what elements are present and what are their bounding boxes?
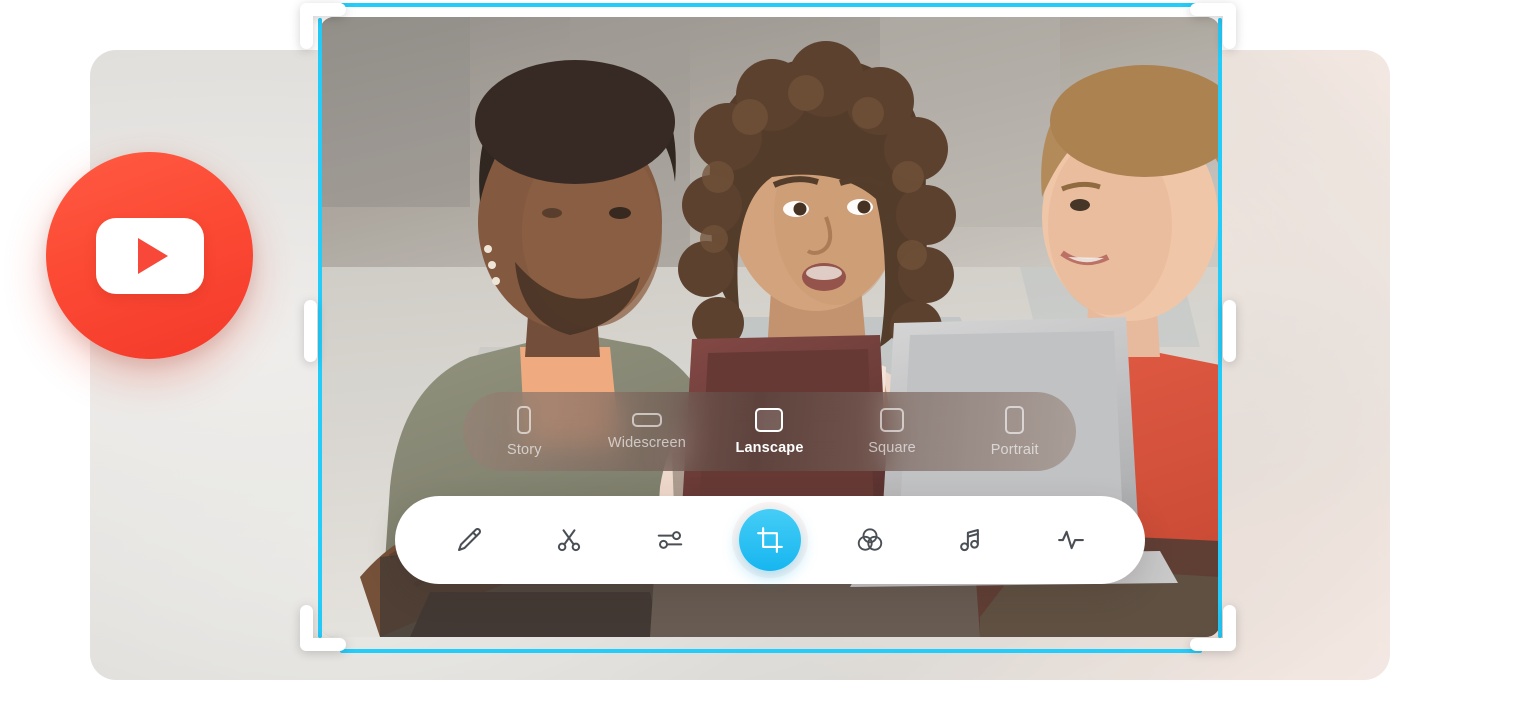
widescreen-ratio-icon	[631, 412, 662, 427]
editor-stage: Story Widescreen Lanscape Square Portrai…	[0, 0, 1536, 728]
sliders-icon	[657, 531, 682, 549]
editor-toolbar	[395, 496, 1145, 584]
handle-bar-vertical	[300, 605, 313, 651]
crop-handle-top-right[interactable]	[1190, 3, 1236, 49]
waveform-icon	[1057, 530, 1084, 550]
music-note-icon	[959, 529, 979, 552]
crop-handle-bottom-left[interactable]	[300, 605, 346, 651]
pencil-icon	[458, 528, 482, 551]
square-ratio-icon	[880, 407, 905, 432]
ratio-option-lanscape[interactable]: Lanscape	[710, 407, 828, 456]
crop-handle-right[interactable]	[1223, 300, 1236, 362]
landscape-ratio-icon	[755, 407, 784, 432]
ratio-label: Widescreen	[607, 434, 686, 451]
ratio-label: Story	[507, 441, 542, 458]
ratio-label: Lanscape	[735, 439, 804, 456]
filters-icon	[858, 528, 883, 551]
handle-bar-vertical	[300, 3, 313, 49]
play-triangle-icon	[138, 237, 168, 274]
crop-tool-button[interactable]	[738, 509, 801, 571]
crop-handle-top-left[interactable]	[300, 3, 346, 49]
pencil-tool-button[interactable]	[438, 509, 500, 571]
ratio-option-widescreen[interactable]: Widescreen	[588, 412, 706, 451]
filters-tool-button[interactable]	[839, 509, 901, 571]
handle-bar-vertical	[1223, 3, 1236, 49]
music-tool-button[interactable]	[940, 509, 1002, 571]
portrait-ratio-icon	[1005, 405, 1025, 434]
waveform-tool-button[interactable]	[1040, 509, 1102, 571]
aspect-ratio-bar: Story Widescreen Lanscape Square Portrai…	[463, 392, 1076, 471]
crop-icon	[757, 527, 783, 553]
crop-guide-bottom	[340, 649, 1202, 653]
crop-guide-right	[1218, 18, 1222, 638]
youtube-plate	[95, 217, 204, 294]
sliders-tool-button[interactable]	[639, 509, 701, 571]
scissors-tool-button[interactable]	[538, 509, 600, 571]
ratio-option-square[interactable]: Square	[833, 407, 951, 456]
ratio-label: Square	[868, 439, 916, 456]
scissors-icon	[558, 529, 581, 552]
crop-guide-top	[340, 3, 1202, 7]
crop-handle-left[interactable]	[304, 300, 317, 362]
handle-bar-vertical	[1223, 605, 1236, 651]
crop-handle-bottom-right[interactable]	[1190, 605, 1236, 651]
ratio-option-portrait[interactable]: Portrait	[956, 405, 1074, 458]
youtube-logo	[46, 152, 253, 359]
ratio-label: Portrait	[990, 441, 1039, 458]
ratio-option-story[interactable]: Story	[465, 405, 583, 458]
story-ratio-icon	[517, 405, 532, 434]
crop-guide-left	[318, 18, 322, 638]
